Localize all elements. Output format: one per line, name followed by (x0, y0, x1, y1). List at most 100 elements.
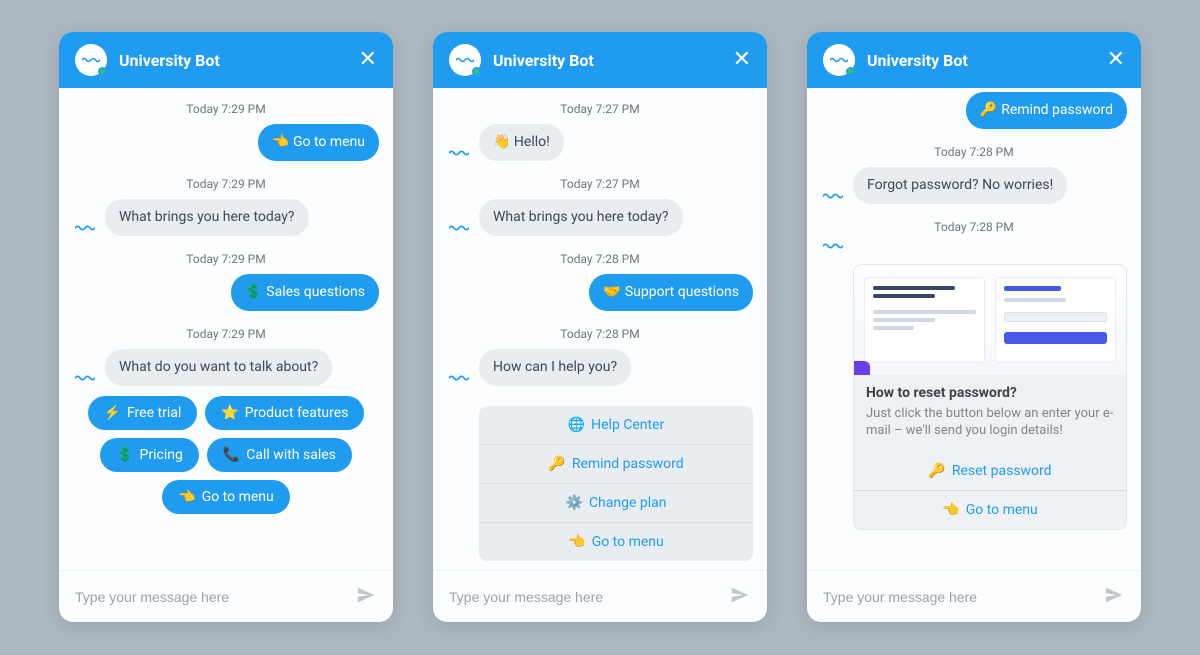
user-message-row: 💲Sales questions (73, 274, 379, 311)
composer (433, 570, 767, 622)
emoji: 🔑 (980, 102, 997, 118)
user-message-row: 🔑Remind password (821, 92, 1127, 129)
emoji: 💲 (116, 447, 133, 463)
emoji: 👈 (942, 502, 959, 518)
bot-bubble: What brings you here today? (105, 199, 309, 236)
chat-body[interactable]: Today 7:29 PM 👈Go to menu Today 7:29 PM … (59, 88, 393, 570)
bot-text: How can I help you? (493, 359, 617, 375)
bot-avatar-small (73, 374, 97, 382)
emoji: 💲 (245, 284, 262, 300)
card-action[interactable]: 👈 Go to menu (854, 491, 1126, 529)
timestamp: Today 7:29 PM (73, 177, 379, 191)
timestamp: Today 7:28 PM (821, 145, 1127, 159)
chat-widget: University Bot ✕ Today 7:29 PM 👈Go to me… (59, 32, 393, 622)
timestamp: Today 7:28 PM (447, 327, 753, 341)
bot-message-row: How can I help you? (447, 349, 753, 386)
chat-body[interactable]: Today 7:27 PM 👋 Hello! Today 7:27 PM Wha… (433, 88, 767, 570)
menu-option[interactable]: 👈 Go to menu (479, 523, 753, 561)
chat-widget: University Bot ✕ 🔑Remind password Today … (807, 32, 1141, 622)
emoji: ⚙️ (566, 495, 583, 511)
bot-message-row: 👋 Hello! (447, 124, 753, 161)
card-action[interactable]: 🔑Reset password (854, 452, 1126, 491)
card-action-list: 🔑Reset password 👈 Go to menu (854, 452, 1126, 529)
send-button[interactable] (1103, 584, 1125, 610)
close-button[interactable]: ✕ (1107, 49, 1125, 71)
quick-reply-chip[interactable]: 📞 Call with sales (207, 438, 352, 472)
quick-reply-group: ⚡Free trial ⭐ Product features 💲Pricing 📞 Cal… (73, 396, 379, 514)
send-button[interactable] (355, 584, 377, 610)
chat-header: University Bot ✕ (59, 32, 393, 88)
menu-label: Help Center (591, 417, 664, 433)
quick-reply-chip[interactable]: 👈Go to menu (162, 480, 289, 514)
chat-header: University Bot ✕ (433, 32, 767, 88)
chip-label: Free trial (127, 405, 181, 421)
user-bubble: 🤝 Support questions (589, 274, 753, 311)
menu-label: Remind password (572, 456, 684, 472)
send-button[interactable] (729, 584, 751, 610)
bot-bubble: 👋 Hello! (479, 124, 564, 161)
quick-reply-chip[interactable]: ⚡Free trial (88, 396, 198, 430)
menu-label: Go to menu (592, 534, 664, 550)
close-button[interactable]: ✕ (359, 49, 377, 71)
action-label: Reset password (952, 463, 1052, 479)
emoji: 👈 (178, 489, 195, 505)
user-bubble: 👈Go to menu (258, 124, 379, 161)
bot-text: Forgot password? No worries! (867, 177, 1053, 193)
bot-message-row (821, 242, 1127, 254)
emoji: 🌐 (568, 417, 585, 433)
user-text: Sales questions (266, 284, 365, 300)
card-image-left (864, 277, 985, 363)
chip-label: Product features (245, 405, 349, 421)
menu-option[interactable]: 🌐 Help Center (479, 406, 753, 445)
quick-reply-chip[interactable]: ⭐ Product features (205, 396, 364, 430)
chip-label: Call with sales (246, 447, 336, 463)
card-image-right (995, 277, 1116, 363)
card-body: How to reset password? Just click the bu… (854, 375, 1126, 452)
chat-body[interactable]: 🔑Remind password Today 7:28 PM Forgot pa… (807, 88, 1141, 570)
emoji: 👋 (493, 134, 510, 150)
bot-name: University Bot (493, 51, 733, 70)
bot-bubble: How can I help you? (479, 349, 631, 386)
emoji: 👈 (568, 534, 585, 550)
message-input[interactable] (449, 589, 729, 605)
bot-name: University Bot (867, 51, 1107, 70)
menu-label: Change plan (589, 495, 667, 511)
card-image (854, 265, 1126, 375)
status-online-icon (98, 67, 107, 76)
chat-widget: University Bot ✕ Today 7:27 PM 👋 Hello! … (433, 32, 767, 622)
timestamp: Today 7:28 PM (447, 252, 753, 266)
message-input[interactable] (823, 589, 1103, 605)
user-text: Support questions (625, 284, 739, 300)
menu-option[interactable]: ⚙️ Change plan (479, 484, 753, 523)
close-button[interactable]: ✕ (733, 49, 751, 71)
bot-text: Hello! (514, 134, 550, 150)
emoji: 🔑 (548, 456, 565, 472)
bot-avatar-small (821, 192, 845, 200)
timestamp: Today 7:29 PM (73, 252, 379, 266)
bot-avatar-small (447, 224, 471, 232)
chat-header: University Bot ✕ (807, 32, 1141, 88)
menu-list: 🌐 Help Center 🔑 Remind password ⚙️ Change pla… (479, 406, 753, 561)
emoji: 📞 (223, 447, 240, 463)
bot-message-row: What do you want to talk about? (73, 349, 379, 386)
menu-option[interactable]: 🔑 Remind password (479, 445, 753, 484)
action-label: Go to menu (966, 502, 1038, 518)
quick-reply-chip[interactable]: 💲Pricing (100, 438, 199, 472)
message-input[interactable] (75, 589, 355, 605)
bot-avatar (449, 44, 481, 76)
timestamp: Today 7:27 PM (447, 102, 753, 116)
bot-avatar-small (447, 374, 471, 382)
bot-name: University Bot (119, 51, 359, 70)
user-bubble: 💲Sales questions (231, 274, 379, 311)
user-text: Go to menu (293, 134, 365, 150)
card-title: How to reset password? (866, 385, 1114, 401)
emoji: ⭐ (221, 405, 238, 421)
timestamp: Today 7:29 PM (73, 327, 379, 341)
bot-message-row: What brings you here today? (447, 199, 753, 236)
bot-avatar (75, 44, 107, 76)
bot-message-row: Forgot password? No worries! (821, 167, 1127, 204)
emoji: 🤝 (603, 284, 620, 300)
bot-bubble: What do you want to talk about? (105, 349, 332, 386)
bot-avatar-small (447, 149, 471, 157)
user-message-row: 🤝 Support questions (447, 274, 753, 311)
